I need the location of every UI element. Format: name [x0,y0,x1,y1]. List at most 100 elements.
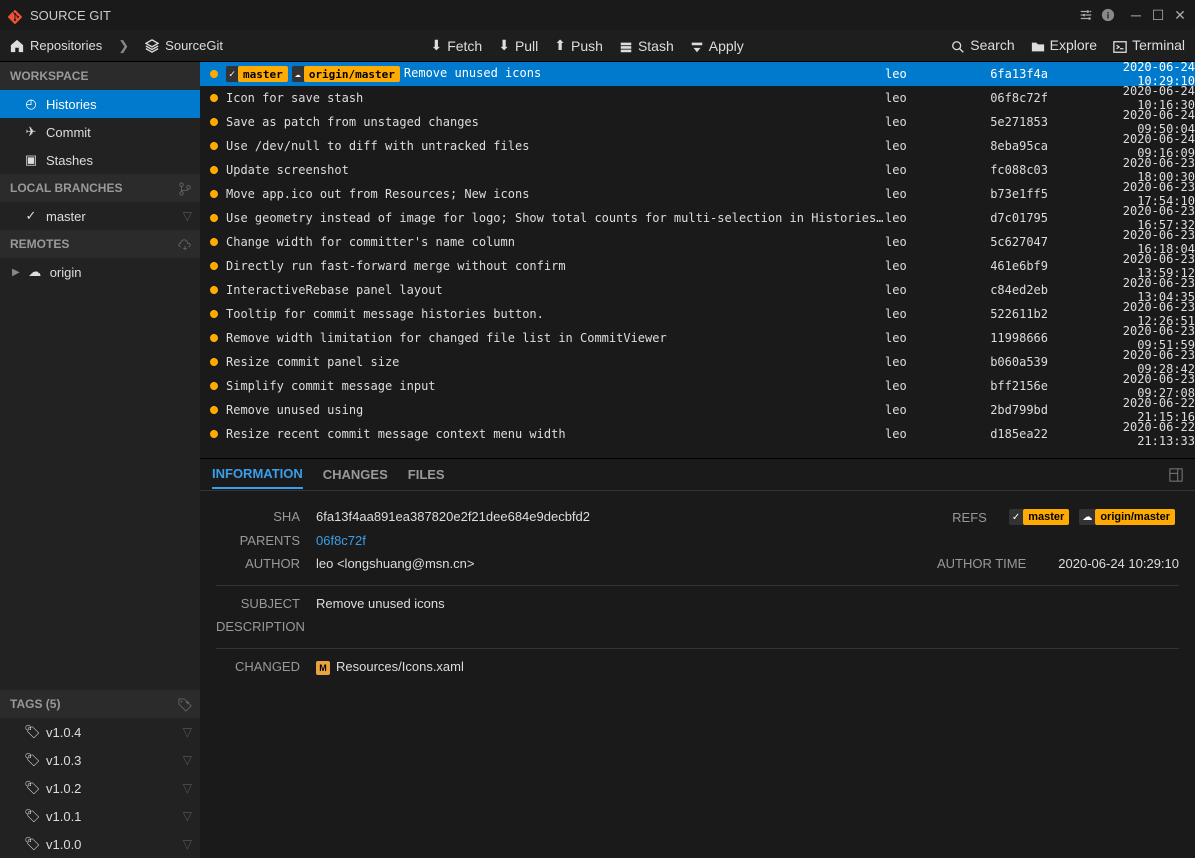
graph-node [204,70,224,78]
breadcrumb-label: SourceGit [165,38,223,53]
branch-icon[interactable] [178,180,192,196]
commit-row[interactable]: Save as patch from unstaged changesleo5e… [200,110,1195,134]
cloud-icon: ☁ [28,264,42,280]
layout-icon[interactable] [1169,467,1183,483]
commit-sha: d7c01795 [985,211,1060,225]
commit-sha: d185ea22 [985,427,1060,441]
ref-badge-master[interactable]: master [1023,509,1069,525]
commit-date: 2020-06-22 21:13:33 [1060,420,1195,448]
filter-icon[interactable]: ▽ [183,209,192,223]
sidebar-item-label: origin [50,265,82,280]
parents-link[interactable]: 06f8c72f [316,533,1179,548]
sidebar-tag[interactable]: 🏷v1.0.2▽ [0,774,200,802]
terminal-button[interactable]: Terminal [1113,37,1185,53]
filter-icon[interactable]: ▽ [183,809,192,823]
graph-node [204,310,224,318]
commit-sha: b060a539 [985,355,1060,369]
apply-button[interactable]: Apply [690,37,744,54]
breadcrumb-repositories[interactable]: Repositories [10,38,102,54]
info-icon[interactable]: i [1101,8,1115,22]
stash-button[interactable]: Stash [619,37,674,54]
ref-badge-origin-master[interactable]: origin/master [1095,509,1175,525]
filter-icon[interactable]: ▽ [183,837,192,851]
commit-row[interactable]: Change width for committer's name column… [200,230,1195,254]
commit-author: leo [885,307,985,321]
sidebar-remote-origin[interactable]: ▶☁origin [0,258,200,286]
commit-author: leo [885,211,985,225]
commit-message: Save as patch from unstaged changes [224,115,885,129]
commit-sha: b73e1ff5 [985,187,1060,201]
commit-row[interactable]: Simplify commit message inputleobff2156e… [200,374,1195,398]
commit-row[interactable]: Resize commit panel sizeleob060a5392020-… [200,350,1195,374]
commit-row[interactable]: Move app.ico out from Resources; New ico… [200,182,1195,206]
commit-row[interactable]: Icon for save stashleo06f8c72f2020-06-24… [200,86,1195,110]
home-icon [10,38,24,54]
filter-icon[interactable]: ▽ [183,725,192,739]
changed-file[interactable]: MResources/Icons.xaml [316,659,1179,675]
commit-row[interactable]: Resize recent commit message context men… [200,422,1195,446]
minimize-icon[interactable]: ─ [1129,8,1143,22]
filter-icon[interactable]: ▽ [183,753,192,767]
commit-row[interactable]: Update screenshotleofc088c032020-06-23 1… [200,158,1195,182]
commit-sha: 5e271853 [985,115,1060,129]
commit-row[interactable]: Use geometry instead of image for logo; … [200,206,1195,230]
fetch-button[interactable]: ⬇Fetch [430,37,482,54]
tag-icon: 🏷 [24,724,38,740]
sidebar-item-commit[interactable]: ✈Commit [0,118,200,146]
commit-row[interactable]: Directly run fast-forward merge without … [200,254,1195,278]
settings-icon[interactable] [1079,8,1093,22]
graph-node [204,382,224,390]
sidebar-tag[interactable]: 🏷v1.0.0▽ [0,830,200,858]
close-icon[interactable]: ✕ [1173,8,1187,22]
maximize-icon[interactable]: ☐ [1151,8,1165,22]
commit-row[interactable]: Tooltip for commit message histories but… [200,302,1195,326]
commit-author: leo [885,163,985,177]
push-button[interactable]: ⬆Push [554,37,603,54]
ref-badge: origin/master [304,66,400,82]
commit-message: Remove unused using [224,403,885,417]
commit-list[interactable]: ✓master☁origin/masterRemove unused icons… [200,62,1195,458]
commit-author: leo [885,139,985,153]
search-button[interactable]: Search [951,37,1014,53]
cloud-icon: ☁ [292,66,304,82]
graph-node [204,406,224,414]
tab-changes[interactable]: CHANGES [323,461,388,488]
graph-node [204,358,224,366]
sidebar-tag[interactable]: 🏷v1.0.1▽ [0,802,200,830]
commit-message: Directly run fast-forward merge without … [224,259,885,273]
ref-badge: master [238,66,288,82]
commit-row[interactable]: InteractiveRebase panel layoutleoc84ed2e… [200,278,1195,302]
author-time-label: AUTHOR TIME [937,556,1042,571]
explore-button[interactable]: Explore [1031,37,1097,53]
sidebar: WORKSPACE ◴Histories ✈Commit ▣Stashes LO… [0,62,200,858]
commit-row[interactable]: Remove unused usingleo2bd799bd2020-06-22… [200,398,1195,422]
sidebar-item-stashes[interactable]: ▣ Stashes [0,146,200,174]
pull-button[interactable]: ⬇Pull [498,37,538,54]
svg-text:i: i [1107,11,1109,21]
sidebar-item-label: Histories [46,97,97,112]
push-icon: ⬆ [554,37,566,54]
commit-row[interactable]: ✓master☁origin/masterRemove unused icons… [200,62,1195,86]
graph-node [204,214,224,222]
commit-message: ✓master☁origin/masterRemove unused icons [224,66,885,83]
commit-row[interactable]: Remove width limitation for changed file… [200,326,1195,350]
tab-information[interactable]: INFORMATION [212,460,303,489]
commit-sha: 5c627047 [985,235,1060,249]
remotes-header: REMOTES [0,230,200,258]
filter-icon[interactable]: ▽ [183,781,192,795]
commit-row[interactable]: Use /dev/null to diff with untracked fil… [200,134,1195,158]
sidebar-item-histories[interactable]: ◴Histories [0,90,200,118]
archive-icon: ▣ [24,152,38,168]
tab-files[interactable]: FILES [408,461,445,488]
sidebar-branch-master[interactable]: ✓master▽ [0,202,200,230]
sidebar-item-label: Stashes [46,153,93,168]
graph-node [204,334,224,342]
commit-author: leo [885,427,985,441]
add-remote-icon[interactable] [178,236,192,252]
graph-node [204,166,224,174]
sidebar-tag[interactable]: 🏷v1.0.4▽ [0,718,200,746]
sidebar-tag[interactable]: 🏷v1.0.3▽ [0,746,200,774]
breadcrumb-current[interactable]: SourceGit [145,38,223,54]
graph-node [204,94,224,102]
add-tag-icon[interactable] [178,696,192,712]
